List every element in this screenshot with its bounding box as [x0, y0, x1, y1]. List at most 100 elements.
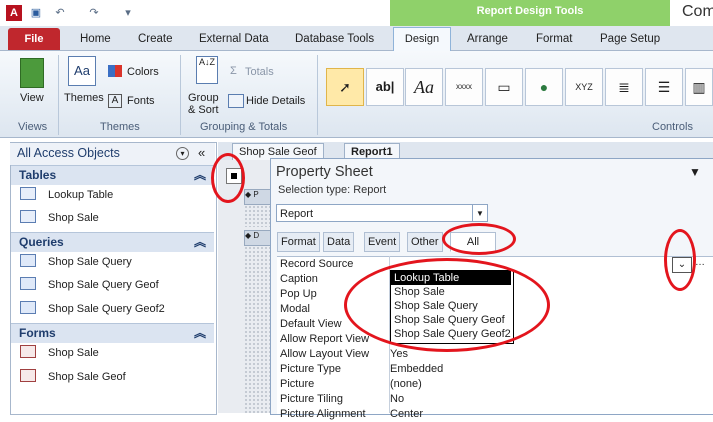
nav-item-label: Shop Sale Geof [48, 371, 126, 383]
object-selector-combo[interactable]: Report ▼ [276, 204, 488, 222]
tab-create[interactable]: Create [138, 29, 173, 49]
section-header-page[interactable]: ◆ P [244, 189, 272, 205]
prop-name: Record Source [280, 258, 354, 270]
tab-database-tools[interactable]: Database Tools [295, 29, 374, 49]
collapse-icon[interactable]: ︽ [194, 233, 206, 252]
nav-item-shop-sale-query-geof[interactable]: Shop Sale Query Geof [20, 276, 159, 294]
tab-file[interactable]: File [8, 28, 60, 50]
group-sort-label-2[interactable]: & Sort [188, 104, 219, 116]
ps-tab-event[interactable]: Event [364, 232, 401, 252]
nav-group-label: Queries [19, 235, 64, 249]
save-icon[interactable]: ▣ [28, 5, 44, 21]
prop-name: Allow Layout View [280, 348, 370, 360]
combo-box-icon[interactable]: ☰ [645, 68, 683, 106]
nav-group-label: Tables [19, 168, 57, 182]
tab-external-data[interactable]: External Data [199, 29, 269, 49]
collapse-icon[interactable]: ︽ [194, 324, 206, 343]
prop-row-picture-tiling[interactable]: Picture Tiling No [277, 392, 713, 407]
prop-name: Picture [280, 378, 315, 390]
group-sort-label-1[interactable]: Group [188, 92, 219, 104]
hide-details-icon [228, 94, 244, 108]
undo-icon[interactable]: ↶ [52, 5, 68, 21]
prop-value[interactable]: Yes [390, 347, 408, 362]
group-controls-label: Controls [652, 121, 693, 133]
ps-tab-format[interactable]: Format [277, 232, 320, 252]
chevron-down-icon[interactable]: ▼ [472, 205, 487, 221]
section-header-detail[interactable]: ◆ D [244, 230, 272, 246]
label-control-icon[interactable]: Aa [405, 68, 443, 106]
prop-row-picture-type[interactable]: Picture Type Embedded [277, 362, 713, 377]
nav-group-forms[interactable]: Forms ︽ [11, 323, 214, 343]
view-icon[interactable] [20, 58, 44, 88]
group-themes-label: Themes [100, 121, 140, 133]
themes-icon[interactable]: Aa [68, 56, 96, 86]
prop-row-picture[interactable]: Picture (none) [277, 377, 713, 392]
annotation-circle-report-selector [211, 153, 245, 203]
group-sort-icon[interactable]: A↓Z [196, 56, 218, 84]
prop-row-allow-layout-view[interactable]: Allow Layout View Yes [277, 347, 713, 362]
property-sheet-menu-icon[interactable]: ▼ [689, 165, 701, 179]
nav-group-queries[interactable]: Queries ︽ [11, 232, 214, 252]
sigma-icon: Σ [230, 65, 237, 77]
access-logo-icon: A [6, 5, 22, 21]
ribbon-separator [180, 55, 181, 135]
textbox-control-icon[interactable]: ab| [366, 68, 404, 106]
chart-control-icon[interactable]: ▥ [685, 68, 713, 106]
nav-item-shop-sale-query-geof2[interactable]: Shop Sale Query Geof2 [20, 300, 165, 318]
prop-value[interactable]: Embedded [390, 362, 443, 377]
button-control-icon[interactable]: xxxx [445, 68, 483, 106]
tab-home[interactable]: Home [80, 29, 111, 49]
nav-group-tables[interactable]: Tables ︽ [11, 165, 214, 185]
nav-item-shop-sale-geof-form[interactable]: Shop Sale Geof [20, 368, 126, 386]
page-break-icon[interactable]: ≣ [605, 68, 643, 106]
nav-item-shop-sale-query[interactable]: Shop Sale Query [20, 253, 132, 271]
query-icon [20, 254, 36, 267]
query-icon [20, 301, 36, 314]
select-pointer-icon[interactable]: ➚ [326, 68, 364, 106]
redo-icon[interactable]: ↷ [86, 5, 102, 21]
prop-value[interactable]: (none) [390, 377, 422, 392]
prop-row-picture-alignment[interactable]: Picture Alignment Center [277, 407, 713, 422]
option-group-icon[interactable]: XYZ [565, 68, 603, 106]
prop-value[interactable]: Center [390, 407, 423, 422]
nav-item-label: Shop Sale Query [48, 256, 132, 268]
prop-value[interactable]: No [390, 392, 404, 407]
colors-icon [108, 65, 122, 77]
tab-control-icon[interactable]: ▭ [485, 68, 523, 106]
collapse-icon[interactable]: ︽ [194, 166, 206, 185]
view-button-label[interactable]: View [20, 92, 44, 104]
tab-format[interactable]: Format [536, 29, 572, 49]
prop-name: Picture Type [280, 363, 341, 375]
shutter-bar-close-icon[interactable]: « [198, 145, 205, 160]
chevron-down-icon[interactable]: ▾ [176, 147, 189, 160]
prop-name: Picture Tiling [280, 393, 343, 405]
tab-page-setup[interactable]: Page Setup [600, 29, 660, 49]
nav-item-shop-sale-table[interactable]: Shop Sale [20, 209, 99, 227]
colors-button[interactable]: Colors [127, 66, 159, 78]
annotation-circle-dropdown-arrow [664, 229, 696, 291]
nav-item-label: Shop Sale Query Geof2 [48, 303, 165, 315]
nav-item-lookup-table[interactable]: Lookup Table [20, 186, 113, 204]
hide-details-button[interactable]: Hide Details [246, 95, 305, 107]
tab-design[interactable]: Design [393, 27, 451, 52]
table-icon [20, 187, 36, 200]
group-views-label: Views [18, 121, 48, 133]
property-sheet-title: Property Sheet [276, 164, 373, 180]
customize-qat-icon[interactable]: ▾ [120, 5, 136, 21]
ps-tab-data[interactable]: Data [323, 232, 355, 252]
object-selector-value: Report [280, 208, 314, 220]
hyperlink-control-icon[interactable]: ● [525, 68, 563, 106]
report-grid [244, 246, 270, 413]
fonts-button[interactable]: Fonts [127, 95, 155, 107]
annotation-circle-dropdown-list [344, 258, 550, 352]
nav-header-title[interactable]: All Access Objects [17, 146, 120, 160]
totals-button[interactable]: Totals [245, 66, 274, 78]
nav-item-shop-sale-form[interactable]: Shop Sale [20, 344, 99, 362]
ribbon-separator [58, 55, 59, 135]
nav-item-label: Shop Sale Query Geof [48, 279, 159, 291]
window-title: Com [682, 3, 713, 20]
fonts-icon: A [108, 94, 122, 108]
themes-button-label[interactable]: Themes [64, 92, 104, 104]
ps-tab-other[interactable]: Other [407, 232, 443, 252]
tab-arrange[interactable]: Arrange [467, 29, 508, 49]
